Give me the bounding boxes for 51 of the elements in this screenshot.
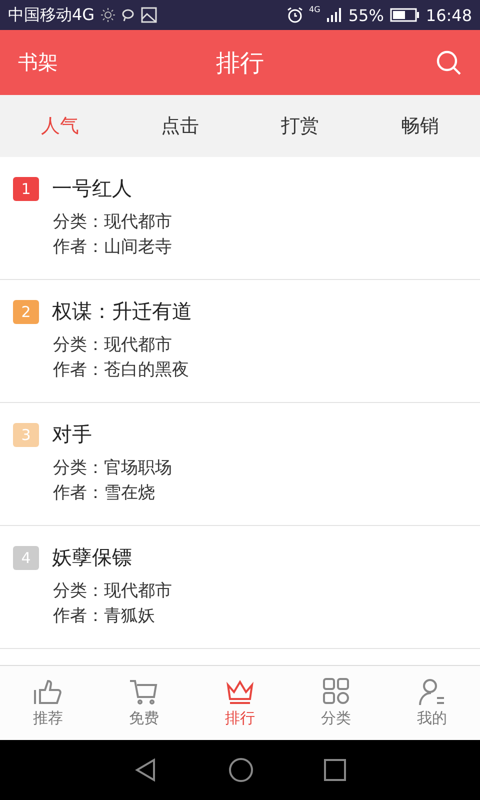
battery-percent: 55% <box>348 6 384 24</box>
grid-icon <box>321 678 351 706</box>
page-title: 排行 <box>215 48 265 78</box>
thumbs-up-icon <box>33 678 63 706</box>
signal-icon <box>326 7 342 23</box>
alarm-icon <box>287 7 304 23</box>
author-value: 青狐妖 <box>104 605 155 628</box>
book-title[interactable]: 对手 <box>52 421 92 448</box>
category-value: 现代都市 <box>104 334 172 357</box>
nav-item[interactable]: 排行 <box>192 666 288 740</box>
author-label: 作者： <box>53 359 104 382</box>
nav-item[interactable]: 推荐 <box>0 666 96 740</box>
author-label: 作者： <box>53 605 104 628</box>
category-value: 现代都市 <box>104 211 172 234</box>
author-label: 作者： <box>53 236 104 259</box>
home-icon[interactable] <box>228 757 254 783</box>
author-value: 苍白的黑夜 <box>104 359 189 382</box>
message-icon <box>120 8 135 22</box>
tab[interactable]: 打赏 <box>240 95 360 157</box>
network-type: 4G <box>309 4 320 14</box>
carrier: 中国移动4G <box>8 4 95 26</box>
rank-badge: 1 <box>13 176 39 200</box>
book-title[interactable]: 权谋：升迁有道 <box>52 298 192 325</box>
book-title[interactable]: 妖孽保镖 <box>52 544 132 571</box>
tab[interactable]: 畅销 <box>360 95 480 157</box>
book-title[interactable]: 一号红人 <box>52 175 132 202</box>
category-label: 分类： <box>53 334 104 357</box>
nav-item[interactable]: 免费 <box>96 666 192 740</box>
category-label: 分类： <box>53 457 104 480</box>
back-icon[interactable] <box>134 758 158 782</box>
clock: 16:48 <box>426 6 472 24</box>
author-label: 作者： <box>53 482 104 505</box>
search-icon[interactable] <box>436 50 462 76</box>
user-icon <box>417 678 447 706</box>
author-value: 山间老寺 <box>104 236 172 259</box>
nav-item[interactable]: 分类 <box>288 666 384 740</box>
nav-item[interactable]: 我的 <box>384 666 480 740</box>
author-value: 雪在烧 <box>104 482 155 505</box>
rank-badge: 2 <box>13 300 39 324</box>
recents-icon[interactable] <box>324 759 346 781</box>
crown-icon <box>225 678 255 706</box>
cart-icon <box>129 678 159 706</box>
brightness-icon <box>100 8 115 22</box>
category-label: 分类： <box>53 211 104 234</box>
category-value: 现代都市 <box>104 580 172 603</box>
rank-badge: 3 <box>13 422 39 446</box>
category-value: 官场职场 <box>104 457 172 480</box>
image-icon <box>140 7 157 23</box>
battery-icon <box>390 7 420 23</box>
tab[interactable]: 点击 <box>120 95 240 157</box>
category-label: 分类： <box>53 580 104 603</box>
